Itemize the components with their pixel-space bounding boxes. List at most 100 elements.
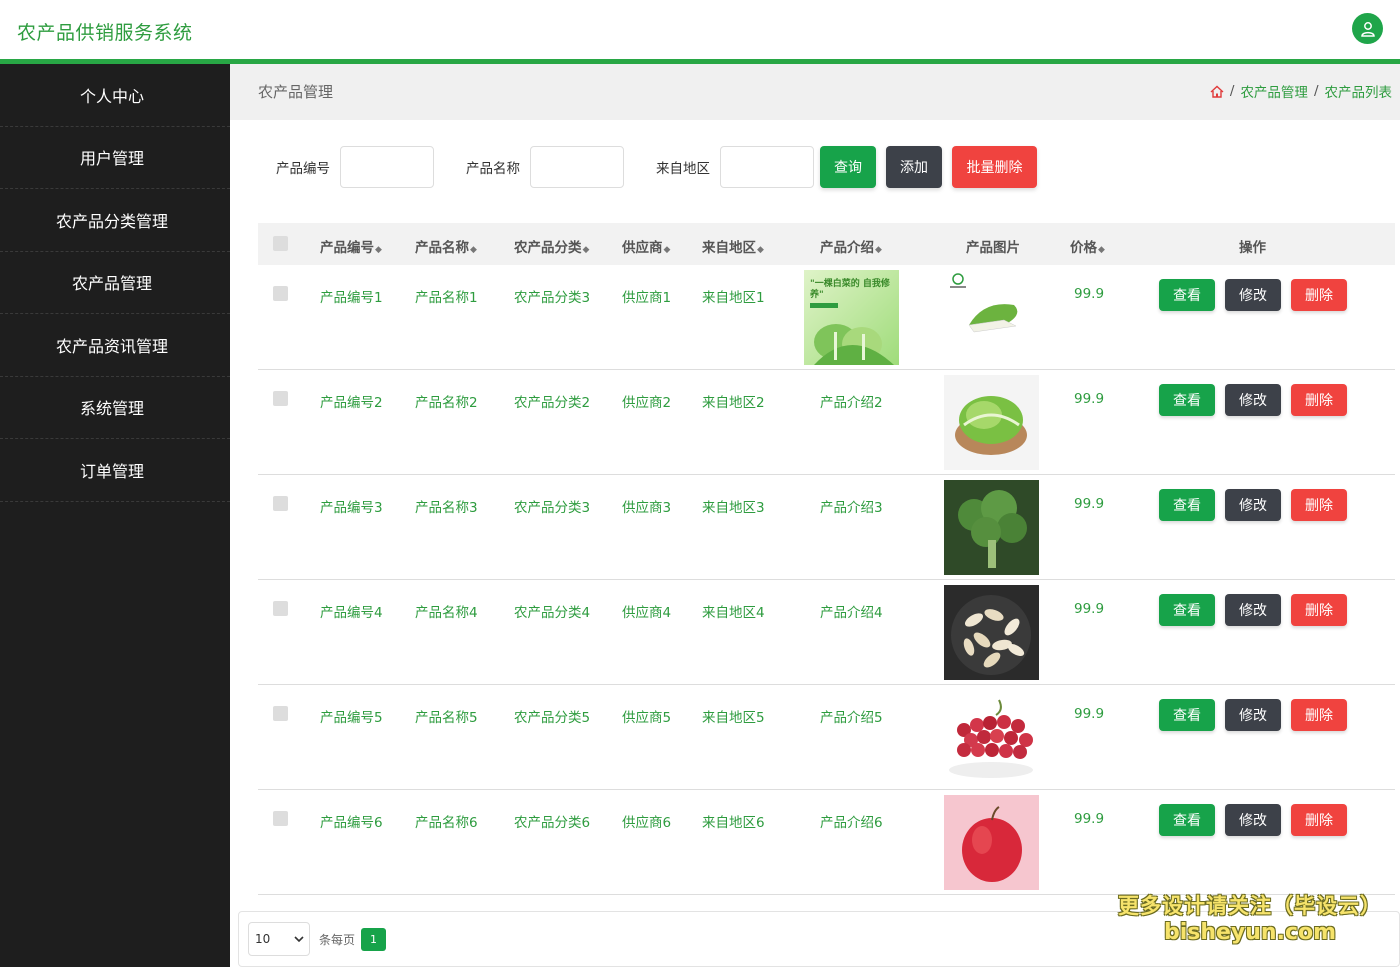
header-label: 产品名称 (415, 240, 469, 256)
edit-button[interactable]: 修改 (1225, 594, 1281, 626)
cell-name: 产品名称4 (415, 605, 478, 621)
cell-category: 农产品分类3 (514, 500, 591, 516)
page-number-button[interactable]: 1 (361, 928, 386, 951)
delete-button[interactable]: 删除 (1291, 699, 1347, 731)
breadcrumb-item-product-list: 农产品列表 (1324, 85, 1393, 101)
cell-category: 农产品分类5 (514, 710, 591, 726)
sidebar-item-label: 系统管理 (79, 399, 144, 419)
header-category[interactable]: 农产品分类◆ (514, 236, 589, 256)
view-button[interactable]: 查看 (1159, 489, 1215, 521)
product-name-input[interactable] (530, 146, 624, 188)
chevron-down-icon (294, 936, 304, 943)
edit-button[interactable]: 修改 (1225, 699, 1281, 731)
cell-price: 99.9 (1074, 811, 1105, 827)
delete-button[interactable]: 删除 (1291, 279, 1347, 311)
intro-image-cabbage-poster: "一棵白菜的 自我修养" (804, 270, 899, 365)
select-all-checkbox[interactable] (273, 236, 288, 251)
delete-button[interactable]: 删除 (1291, 594, 1347, 626)
sort-icon: ◆ (375, 245, 382, 255)
delete-button[interactable]: 删除 (1291, 489, 1347, 521)
page-title: 农产品管理 (258, 83, 334, 101)
page-size-value: 10 (255, 932, 271, 946)
row-checkbox[interactable] (273, 391, 288, 406)
cell-supplier: 供应商6 (622, 815, 672, 831)
breadcrumb-separator: / (1229, 83, 1235, 99)
cell-code: 产品编号1 (320, 290, 383, 306)
cell-name: 产品名称5 (415, 710, 478, 726)
cell-code: 产品编号4 (320, 605, 383, 621)
region-input[interactable] (720, 146, 814, 188)
user-avatar-button[interactable] (1352, 13, 1383, 44)
table-row: 产品编号2 产品名称2 农产品分类2 供应商2 来自地区2 产品介绍2 99.9… (258, 370, 1395, 475)
cell-price: 99.9 (1074, 601, 1105, 617)
edit-button[interactable]: 修改 (1225, 489, 1281, 521)
cell-category: 农产品分类2 (514, 395, 591, 411)
header-code[interactable]: 产品编号◆ (320, 236, 382, 256)
sort-icon: ◆ (875, 245, 882, 255)
sidebar-item-label: 农产品管理 (71, 274, 152, 294)
cell-intro: 产品介绍5 (820, 710, 883, 726)
sidebar-item-user-management[interactable]: 用户管理 (0, 127, 230, 189)
product-name-label: 产品名称 (466, 161, 520, 177)
home-icon[interactable] (1210, 85, 1224, 98)
product-code-input[interactable] (340, 146, 434, 188)
sort-icon: ◆ (582, 245, 590, 255)
sidebar-item-label: 用户管理 (79, 149, 144, 169)
header-label: 产品编号 (320, 240, 374, 256)
edit-button[interactable]: 修改 (1225, 279, 1281, 311)
row-checkbox[interactable] (273, 286, 288, 301)
sidebar-item-system-management[interactable]: 系统管理 (0, 377, 230, 439)
table-header: 产品编号◆ 产品名称◆ 农产品分类◆ 供应商◆ 来自地区◆ 产品介绍◆ 产品图片… (258, 223, 1395, 265)
row-checkbox[interactable] (273, 706, 288, 721)
cell-price: 99.9 (1074, 286, 1105, 302)
sort-icon: ◆ (1098, 245, 1105, 255)
header-region[interactable]: 来自地区◆ (702, 236, 764, 256)
header-name[interactable]: 产品名称◆ (415, 236, 477, 256)
edit-button[interactable]: 修改 (1225, 804, 1281, 836)
sidebar-item-personal-center[interactable]: 个人中心 (0, 64, 230, 127)
region-label: 来自地区 (656, 161, 710, 177)
row-checkbox[interactable] (273, 811, 288, 826)
cell-name: 产品名称3 (415, 500, 478, 516)
product-table: 产品编号◆ 产品名称◆ 农产品分类◆ 供应商◆ 来自地区◆ 产品介绍◆ 产品图片… (258, 223, 1395, 895)
view-button[interactable]: 查看 (1159, 804, 1215, 836)
view-button[interactable]: 查看 (1159, 384, 1215, 416)
page-size-select[interactable]: 10 (248, 922, 310, 956)
view-button[interactable]: 查看 (1159, 279, 1215, 311)
cell-code: 产品编号5 (320, 710, 383, 726)
header-supplier[interactable]: 供应商◆ (622, 236, 670, 256)
app-title: 农产品供销服务系统 (17, 22, 193, 44)
cell-supplier: 供应商1 (622, 290, 672, 306)
batch-delete-button[interactable]: 批量删除 (952, 146, 1037, 188)
product-image-lettuce (944, 375, 1039, 470)
sidebar-item-order-management[interactable]: 订单管理 (0, 439, 230, 502)
product-image-grapes (944, 690, 1039, 785)
query-button[interactable]: 查询 (820, 146, 876, 188)
breadcrumb-item-product-management[interactable]: 农产品管理 (1240, 81, 1308, 101)
add-button[interactable]: 添加 (886, 146, 942, 188)
table-row: 产品编号3 产品名称3 农产品分类3 供应商3 来自地区3 产品介绍3 99.9… (258, 475, 1395, 580)
watermark-line2: bisheyun.com (1163, 920, 1337, 945)
cell-price: 99.9 (1074, 496, 1105, 512)
delete-button[interactable]: 删除 (1291, 384, 1347, 416)
row-checkbox[interactable] (273, 601, 288, 616)
row-checkbox[interactable] (273, 496, 288, 511)
sidebar-item-news-management[interactable]: 农产品资讯管理 (0, 314, 230, 377)
delete-button[interactable]: 删除 (1291, 804, 1347, 836)
sidebar-item-category-management[interactable]: 农产品分类管理 (0, 189, 230, 252)
header-actions: 操作 (1239, 236, 1266, 256)
header-intro[interactable]: 产品介绍◆ (820, 236, 882, 256)
cell-intro: 产品介绍2 (820, 395, 883, 411)
header-price[interactable]: 价格◆ (1070, 236, 1105, 256)
cell-name: 产品名称1 (415, 290, 478, 306)
cell-supplier: 供应商2 (622, 395, 672, 411)
cell-name: 产品名称6 (415, 815, 478, 831)
sidebar-item-label: 农产品资讯管理 (55, 336, 168, 356)
view-button[interactable]: 查看 (1159, 699, 1215, 731)
breadcrumb: / 农产品管理 / 农产品列表 (1210, 81, 1392, 101)
view-button[interactable]: 查看 (1159, 594, 1215, 626)
header-label: 操作 (1239, 240, 1266, 256)
sidebar-item-product-management[interactable]: 农产品管理 (0, 252, 230, 314)
edit-button[interactable]: 修改 (1225, 384, 1281, 416)
watermark: 更多设计请关注（毕设云） bisheyun.com (1118, 890, 1382, 945)
